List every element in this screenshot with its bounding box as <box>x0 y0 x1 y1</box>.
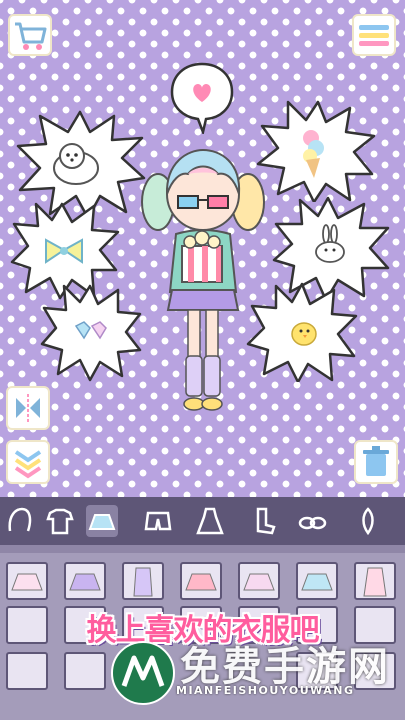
item-cell[interactable] <box>64 652 106 690</box>
shorts-icon <box>144 511 172 531</box>
dress-icon <box>196 507 224 535</box>
item-cell[interactable] <box>122 562 164 600</box>
hair-icon <box>8 507 32 532</box>
flip-icon <box>16 394 40 422</box>
item-cell[interactable] <box>6 562 48 600</box>
flip-button[interactable] <box>6 386 50 430</box>
item-cell[interactable] <box>238 562 280 600</box>
menu-icon <box>359 25 389 46</box>
trash-icon <box>363 446 389 476</box>
accessory-icon <box>362 507 374 536</box>
icecream-bubble[interactable] <box>256 98 376 202</box>
tab-dress[interactable] <box>194 505 226 537</box>
tab-accessory[interactable] <box>352 505 384 537</box>
skirt-icon <box>88 514 116 530</box>
layers-icon <box>14 450 42 479</box>
shirt-icon <box>46 508 74 535</box>
layers-button[interactable] <box>6 440 50 484</box>
tab-hair[interactable] <box>4 505 36 537</box>
tab-shoes[interactable] <box>296 505 328 537</box>
watermark-logo <box>111 641 175 705</box>
menu-button[interactable] <box>352 14 396 56</box>
watermark-subtitle: MIANFEISHOUYOUWANG <box>176 684 355 697</box>
character <box>141 148 265 411</box>
item-cell[interactable] <box>64 562 106 600</box>
item-cell[interactable] <box>180 562 222 600</box>
socks-icon <box>256 507 276 535</box>
item-cell[interactable] <box>354 562 396 600</box>
item-cell[interactable] <box>6 652 48 690</box>
shoes-icon <box>298 516 327 530</box>
item-cell[interactable] <box>296 562 338 600</box>
cart-icon <box>15 22 47 50</box>
chick-icon <box>291 322 317 346</box>
tab-skirt[interactable] <box>86 505 118 537</box>
shop-button[interactable] <box>8 14 52 56</box>
tab-socks[interactable] <box>248 505 280 537</box>
gem-bubble[interactable] <box>40 282 142 382</box>
trash-button[interactable] <box>354 440 398 484</box>
tab-shorts[interactable] <box>142 505 174 537</box>
heart-speech-bubble[interactable] <box>170 62 234 137</box>
tab-shirt[interactable] <box>44 505 76 537</box>
